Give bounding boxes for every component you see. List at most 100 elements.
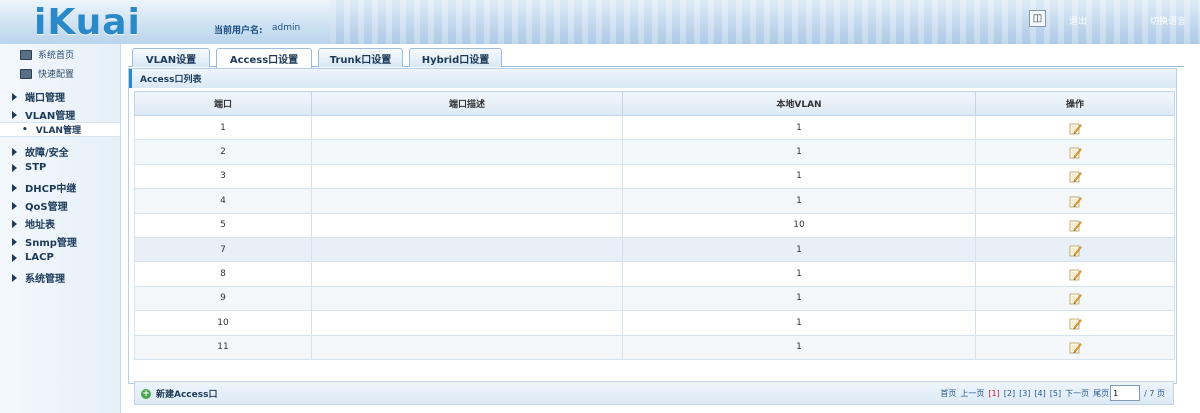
sidebar-item-address-table[interactable]: 地址表 xyxy=(12,216,55,231)
cell-action xyxy=(975,188,1175,214)
pager-page-2[interactable]: [2] xyxy=(1004,389,1015,398)
cell-local-vlan: 1 xyxy=(622,334,976,360)
page-jump-input[interactable] xyxy=(1110,385,1141,401)
cell-description xyxy=(311,334,623,360)
pager-first[interactable]: 首页 xyxy=(940,388,956,399)
logout-link[interactable]: 退出 xyxy=(1069,14,1087,27)
tab-access-settings[interactable]: Access口设置 xyxy=(216,48,312,68)
cell-local-vlan: 1 xyxy=(622,310,976,336)
edit-icon[interactable] xyxy=(1069,244,1082,257)
sidebar-item-label: 快速配置 xyxy=(38,70,75,80)
table-row: 11 1 xyxy=(134,334,1175,360)
arrow-right-icon xyxy=(12,201,17,210)
edit-icon[interactable] xyxy=(1069,268,1082,281)
cell-description xyxy=(311,188,623,214)
pager-page-4[interactable]: [4] xyxy=(1034,389,1045,398)
column-header-action: 操作 xyxy=(975,91,1175,116)
tab-trunk-settings[interactable]: Trunk口设置 xyxy=(318,48,403,67)
sidebar-item-dhcp-relay[interactable]: DHCP中继 xyxy=(12,180,76,195)
cell-port: 7 xyxy=(134,236,312,263)
cell-description xyxy=(311,310,623,336)
add-access-port-button[interactable]: + 新建Access口 xyxy=(141,387,217,400)
cell-description xyxy=(311,261,623,287)
sidebar-item-label: VLAN管理 xyxy=(25,111,76,122)
cell-local-vlan: 1 xyxy=(622,163,976,190)
sidebar-item-fault-security[interactable]: 故障/安全 xyxy=(12,144,69,159)
cell-local-vlan: 1 xyxy=(622,261,976,287)
pager-last[interactable]: 尾页 xyxy=(1093,388,1109,399)
sidebar-item-qos[interactable]: QoS管理 xyxy=(12,198,68,213)
cell-description xyxy=(311,236,623,263)
monitor-icon xyxy=(20,68,32,79)
sidebar-item-home[interactable]: 系统首页 xyxy=(20,48,74,61)
cell-port: 11 xyxy=(134,334,312,360)
table-body: 1 1 2 1 3 1 4 1 5 10 7 1 8 1 9 1 10 1 11 1 xyxy=(134,114,1175,360)
pager-page-1[interactable]: [1] xyxy=(988,389,999,398)
cell-port: 8 xyxy=(134,261,312,287)
column-header-local-vlan: 本地VLAN xyxy=(622,91,976,116)
table-row: 10 1 xyxy=(134,310,1175,336)
edit-icon[interactable] xyxy=(1069,122,1082,135)
table-row: 11 xyxy=(134,114,1175,141)
tab-hybrid-settings[interactable]: Hybrid口设置 xyxy=(409,48,502,67)
edit-icon[interactable] xyxy=(1069,146,1082,159)
pager-next[interactable]: 下一页 xyxy=(1065,388,1089,399)
sidebar-item-snmp[interactable]: Snmp管理 xyxy=(12,234,77,249)
pager-prev[interactable]: 上一页 xyxy=(960,388,984,399)
cell-port: 9 xyxy=(134,285,312,312)
edit-icon[interactable] xyxy=(1069,219,1082,232)
exit-door-icon[interactable]: ◫ xyxy=(1029,10,1046,27)
edit-icon[interactable] xyxy=(1069,341,1082,354)
cell-port: 5 xyxy=(134,212,312,238)
current-user-label: 当前用户名: xyxy=(214,26,263,36)
main-content: VLAN设置 Access口设置 Trunk口设置 Hybrid口设置 Acce… xyxy=(128,44,1184,413)
table-row: 31 xyxy=(134,163,1175,190)
sidebar-subitem-vlan-mgmt[interactable]: • VLAN管理 xyxy=(0,122,120,137)
arrow-right-icon xyxy=(12,92,17,101)
cell-port: 2 xyxy=(134,139,312,165)
edit-icon[interactable] xyxy=(1069,317,1082,330)
pager-total: / 7 页 xyxy=(1144,388,1165,398)
sidebar-subitem-label: VLAN管理 xyxy=(35,126,81,136)
sidebar-item-port-mgmt[interactable]: 端口管理 xyxy=(12,89,65,104)
sidebar-item-system-mgmt[interactable]: 系统管理 xyxy=(12,270,65,285)
arrow-right-icon xyxy=(12,273,17,282)
arrow-right-icon xyxy=(12,110,17,119)
tab-vlan-settings[interactable]: VLAN设置 xyxy=(132,48,210,67)
cell-action xyxy=(975,212,1175,238)
column-header-description: 端口描述 xyxy=(311,91,623,116)
edit-icon[interactable] xyxy=(1069,195,1082,208)
sidebar-item-lacp[interactable]: LACP xyxy=(12,252,54,263)
sidebar-item-label: 系统首页 xyxy=(38,51,75,61)
switch-language-link[interactable]: 切换语言 xyxy=(1150,14,1186,27)
cell-description xyxy=(311,114,623,141)
monitor-icon xyxy=(20,49,32,60)
table-row: 5 10 xyxy=(134,212,1175,238)
sidebar-item-label: 端口管理 xyxy=(25,93,65,104)
edit-icon[interactable] xyxy=(1069,292,1082,305)
edit-icon[interactable] xyxy=(1069,170,1082,183)
cell-action xyxy=(975,114,1175,141)
pager-page-3[interactable]: [3] xyxy=(1019,389,1030,398)
table-row: 71 xyxy=(134,236,1175,263)
sidebar-item-vlan-mgmt[interactable]: VLAN管理 xyxy=(12,107,75,122)
sidebar-item-quick-config[interactable]: 快速配置 xyxy=(20,67,74,80)
cell-action xyxy=(975,310,1175,336)
bullet-icon: • xyxy=(22,124,28,135)
cell-local-vlan: 1 xyxy=(622,236,976,263)
cell-port: 10 xyxy=(134,310,312,336)
table-row: 91 xyxy=(134,285,1175,312)
table-footer: + 新建Access口 首页 上一页 [1] [2] [3] [4] [5] 下… xyxy=(134,381,1174,405)
pagination: 首页 上一页 [1] [2] [3] [4] [5] 下一页 尾页 / 7 页 xyxy=(936,385,1165,401)
sidebar-item-label: STP xyxy=(25,162,47,173)
sidebar: 系统首页 快速配置 端口管理 VLAN管理 • VLAN管理 故障/安全 STP… xyxy=(0,44,121,413)
cell-port: 3 xyxy=(134,163,312,190)
pager-page-5[interactable]: [5] xyxy=(1050,389,1061,398)
tab-bar: VLAN设置 Access口设置 Trunk口设置 Hybrid口设置 xyxy=(128,44,1184,68)
cell-description xyxy=(311,139,623,165)
cell-local-vlan: 1 xyxy=(622,285,976,312)
add-access-port-label: 新建Access口 xyxy=(156,390,218,400)
brand-logo: iKuai xyxy=(34,2,141,43)
sidebar-item-stp[interactable]: STP xyxy=(12,162,46,173)
access-port-table: 端口 端口描述 本地VLAN 操作 1 1 2 1 3 1 4 1 5 10 7 1 8 1 9 1 10 1 11… xyxy=(134,91,1175,360)
